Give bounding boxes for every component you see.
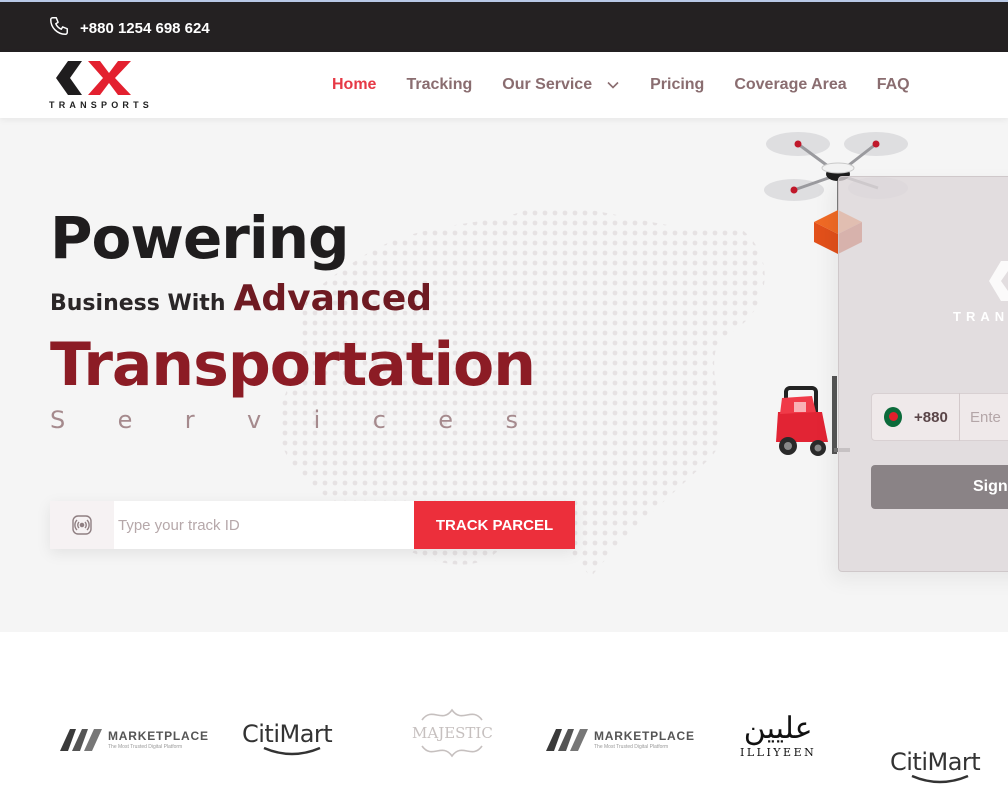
phone-number: +880 1254 698 624 [80,19,210,37]
site-header: TRANSPORTS Home Tracking Our Service Pri… [0,52,1008,118]
majestic-ornament-bottom-icon [421,745,484,758]
brand-name: MAJESTIC [412,724,493,742]
brand-logo-citimart[interactable]: CitiMart [890,748,1008,784]
brand-logo-marketplace[interactable]: MARKETPLACE The Most Trusted Digital Pla… [60,729,209,751]
page: +880 1254 698 624 TRANSPORTS Home Tracki… [0,0,1008,806]
brand-logo-illiyeen[interactable]: عليين ILLIYEEN [740,711,817,760]
brand-name: MARKETPLACE [594,729,695,743]
marketplace-logo-icon [546,729,588,751]
track-id-input[interactable] [114,501,414,549]
services-letter: e [438,406,454,434]
hero-heading-powering: Powering [50,204,350,272]
majestic-ornament-top-icon [421,708,484,721]
phone-field: +880 [871,393,1008,441]
services-letter: e [117,406,133,434]
logo-wordmark: TRANSPORTS [49,100,154,110]
bangladesh-flag-icon[interactable] [884,407,903,427]
hero-section: Powering Business With Advanced Transpor… [0,118,1008,632]
phone-number-input[interactable] [960,408,1008,426]
nav-coverage-area[interactable]: Coverage Area [734,76,846,94]
signin-card: TRAN +880 Sign [838,176,1008,572]
hero-heading-advanced: Advanced [233,278,433,319]
brand-name: CitiMart [242,720,333,748]
brand-tagline: The Most Trusted Digital Platform [108,744,183,750]
nav-faq[interactable]: FAQ [877,76,910,94]
nav-home[interactable]: Home [332,76,376,94]
cx-logo-mark [56,61,131,95]
nav-pricing[interactable]: Pricing [650,76,704,94]
signin-button[interactable]: Sign [871,465,1008,509]
services-letter: v [247,406,262,434]
brand-name: CitiMart [890,748,981,776]
tracking-signal-icon [50,501,114,549]
partner-brands-strip: MARKETPLACE The Most Trusted Digital Pla… [0,632,1008,806]
brand-arabic-name: عليين [743,711,813,746]
services-letter: S [50,406,66,434]
track-parcel-button[interactable]: TRACK PARCEL [414,501,575,549]
track-parcel-form: TRACK PARCEL [50,501,575,549]
card-logo-mark [989,261,1008,301]
brand-logo-marketplace[interactable]: MARKETPLACE The Most Trusted Digital Pla… [546,729,695,751]
site-logo[interactable]: TRANSPORTS [48,59,152,111]
brand-logo-majestic[interactable]: MAJESTIC [412,706,493,760]
chevron-down-icon [607,81,619,89]
top-bar: +880 1254 698 624 [0,0,1008,52]
services-letter: i [313,406,321,434]
hero-heading-business-with: Business With [50,291,226,316]
country-code[interactable]: +880 [914,409,959,426]
phone-icon [48,15,70,41]
citimart-swoosh-icon [911,774,969,784]
brand-name: ILLIYEEN [740,746,817,759]
hero-heading-line2: Business With Advanced [50,278,432,319]
main-nav: Home Tracking Our Service Pricing Covera… [332,52,910,118]
hero-heading-services: S e r v i c e s [50,406,518,434]
contact-phone[interactable]: +880 1254 698 624 [48,15,210,41]
brand-tagline: The Most Trusted Digital Platform [594,744,669,750]
services-letter: r [184,406,195,434]
hero-heading-transportation: Transportation [50,330,536,400]
card-logo-wordmark: TRAN [953,309,1008,324]
nav-tracking[interactable]: Tracking [406,76,472,94]
nav-our-service[interactable]: Our Service [502,76,620,94]
services-letter: s [505,406,518,434]
services-letter: c [372,406,386,434]
citimart-swoosh-icon [263,746,321,756]
brand-name: MARKETPLACE [108,729,209,743]
marketplace-logo-icon [60,729,102,751]
